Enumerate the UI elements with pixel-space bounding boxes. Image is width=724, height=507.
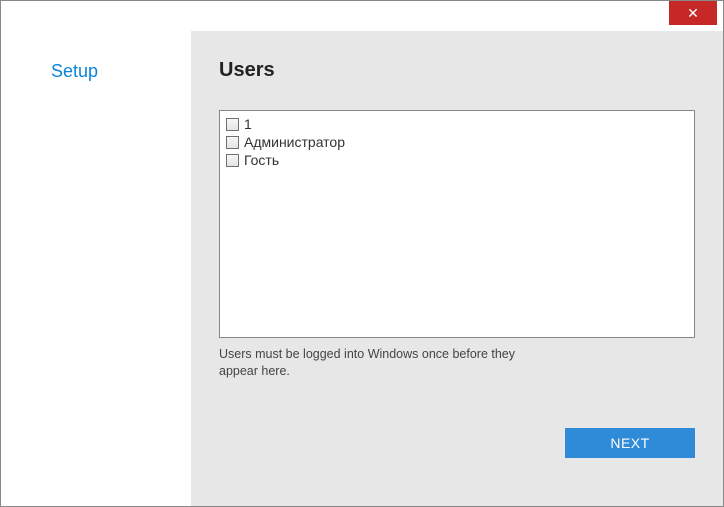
checkbox-icon[interactable] — [226, 118, 239, 131]
list-item[interactable]: 1 — [226, 115, 688, 133]
sidebar-title: Setup — [51, 61, 191, 82]
hint-text: Users must be logged into Windows once b… — [219, 346, 539, 380]
close-button[interactable]: ✕ — [669, 1, 717, 25]
user-label: Администратор — [244, 134, 345, 150]
checkbox-icon[interactable] — [226, 154, 239, 167]
sidebar: Setup — [1, 31, 191, 506]
user-label: Гость — [244, 152, 279, 168]
next-button[interactable]: NEXT — [565, 428, 695, 458]
window-body: Setup Users 1 Администратор Гость Users … — [1, 31, 723, 506]
close-icon: ✕ — [687, 6, 699, 20]
next-button-label: NEXT — [610, 435, 649, 451]
checkbox-icon[interactable] — [226, 136, 239, 149]
list-item[interactable]: Гость — [226, 151, 688, 169]
titlebar: ✕ — [1, 1, 723, 31]
user-label: 1 — [244, 116, 252, 132]
list-item[interactable]: Администратор — [226, 133, 688, 151]
users-listbox[interactable]: 1 Администратор Гость — [219, 110, 695, 338]
setup-window: ✕ Setup Users 1 Администратор Гость — [0, 0, 724, 507]
main-panel: Users 1 Администратор Гость Users must b… — [191, 31, 723, 506]
page-title: Users — [219, 59, 695, 82]
